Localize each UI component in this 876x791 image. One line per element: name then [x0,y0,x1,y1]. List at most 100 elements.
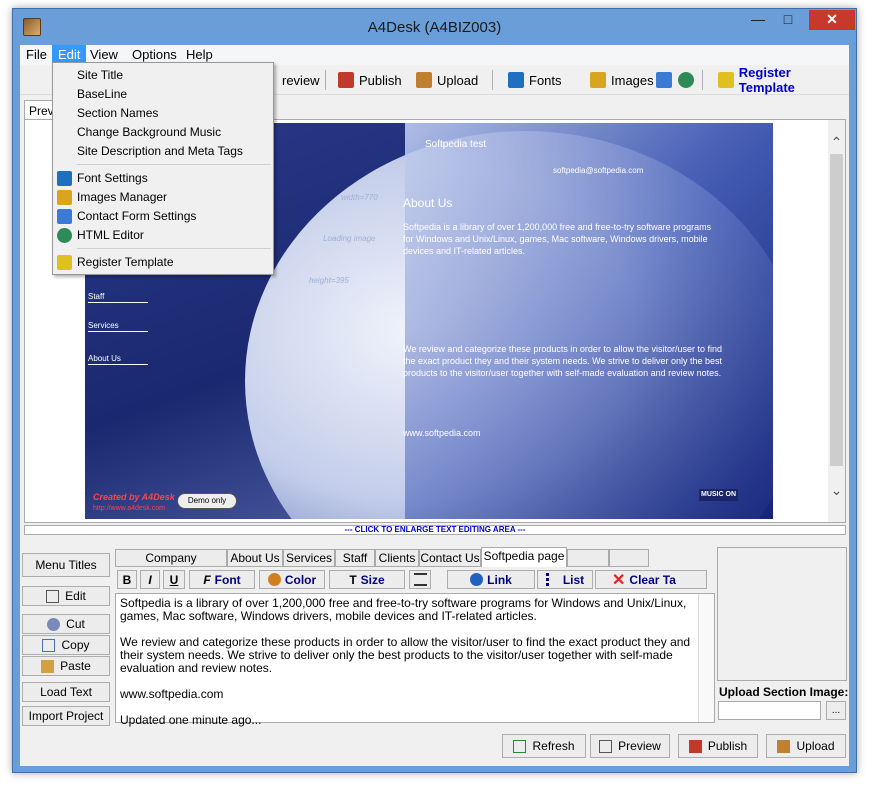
enlarge-editing-area-bar[interactable]: --- CLICK TO ENLARGE TEXT EDITING AREA -… [24,525,846,535]
upload-browse-button[interactable]: ... [826,701,846,720]
font-label: Font [214,572,241,587]
menu-item-images-manager[interactable]: Images Manager [53,188,273,207]
list-icon [545,573,559,586]
link-globe-icon [470,573,484,586]
preview-scrollbar[interactable]: ⌃ ⌄ [828,120,845,522]
refresh-icon [513,739,527,753]
tab-staff[interactable]: Staff [335,549,375,567]
toolbar-fonts-label: Fonts [529,72,562,88]
toolbar-preview-label: review [282,72,320,88]
site-created-url: http://www.a4desk.com [93,505,165,512]
paste-button[interactable]: Paste [22,656,110,676]
edit-button[interactable]: Edit [22,586,110,606]
link-button[interactable]: Link [447,570,535,589]
menu-item-font-settings[interactable]: Font Settings [53,169,273,188]
contact-form-menu-icon [57,209,72,224]
site-music-toggle[interactable]: MUSIC ON [699,489,738,501]
menu-item-section-names[interactable]: Section Names [53,104,273,123]
upload-icon-bottom [777,739,791,753]
preview-icon [599,739,613,753]
import-project-button[interactable]: Import Project [22,706,110,726]
site-url: www.softpedia.com [403,428,481,438]
color-button[interactable]: Color [259,570,325,589]
site-nav-staff[interactable]: Staff [88,292,148,303]
menu-separator [77,164,271,165]
upload-label: Upload [796,739,835,753]
menu-separator [77,248,271,249]
tab-empty-2[interactable] [609,549,649,567]
italic-button[interactable]: I [140,570,160,589]
contact-form-icon [656,72,672,88]
menu-item-site-description[interactable]: Site Description and Meta Tags [53,142,273,161]
copy-button[interactable]: Copy [22,635,110,655]
toolbar-contact-form-button[interactable] [656,69,672,91]
scroll-thumb[interactable] [830,154,843,466]
refresh-button[interactable]: Refresh [502,734,586,758]
menu-file[interactable]: File [20,45,53,65]
scroll-up-icon[interactable]: ⌃ [830,134,843,151]
toolbar-fonts-button[interactable]: Fonts [508,69,562,91]
tab-empty-1[interactable] [567,549,609,567]
cut-label: Cut [66,617,85,631]
font-button[interactable]: F Font [189,570,255,589]
toolbar-upload-button[interactable]: Upload [416,69,478,91]
site-created-by: Created by A4Desk [93,492,175,502]
menu-item-change-background-music[interactable]: Change Background Music [53,123,273,142]
tab-contact-us[interactable]: Contact Us [419,549,481,567]
tab-about-us[interactable]: About Us [227,549,283,567]
menu-item-site-title[interactable]: Site Title [53,66,273,85]
toolbar-images-button[interactable]: Images [590,69,654,91]
size-label: Size [360,572,385,587]
preview-button[interactable]: Preview [590,734,670,758]
menu-item-contact-form-label: Contact Form Settings [77,209,197,223]
title-bar: A4Desk (A4BIZ003) — □ ✕ [13,9,856,45]
toolbar-html-editor-button[interactable] [678,69,694,91]
load-text-label: Load Text [40,685,92,699]
bold-button[interactable]: B [117,570,137,589]
scroll-down-icon[interactable]: ⌄ [830,482,843,499]
editor-scrollbar[interactable] [698,594,714,722]
color-label: Color [284,572,317,587]
size-button[interactable]: T Size [329,570,405,589]
link-label: Link [487,572,512,587]
menu-item-contact-form-settings[interactable]: Contact Form Settings [53,207,273,226]
upload-button[interactable]: Upload [766,734,846,758]
paste-label: Paste [60,659,91,673]
images-menu-icon [57,190,72,205]
toolbar-publish-button[interactable]: Publish [338,69,402,91]
fonts-menu-icon [57,171,72,186]
site-right-panel [405,123,773,519]
upload-section-image-label: Upload Section Image: [719,685,849,699]
tab-services[interactable]: Services [283,549,335,567]
underline-button[interactable]: U [163,570,185,589]
maximize-button[interactable]: □ [775,10,801,30]
tab-company-information[interactable]: Company Information [115,549,227,581]
toolbar-separator [492,70,493,90]
clear-tags-button[interactable]: ✕ Clear Ta [595,570,707,589]
menu-titles-button[interactable]: Menu Titles [22,553,110,577]
load-text-button[interactable]: Load Text [22,682,110,702]
close-button[interactable]: ✕ [809,10,855,30]
upload-section-image-input[interactable] [718,701,821,720]
cut-button[interactable]: Cut [22,614,110,634]
scissors-icon [47,617,61,631]
toolbar-publish-label: Publish [359,72,402,88]
edit-icon [46,589,60,603]
menu-item-baseline[interactable]: BaseLine [53,85,273,104]
align-button[interactable] [409,570,431,589]
tab-clients[interactable]: Clients [375,549,419,567]
menu-item-register-template[interactable]: Register Template [53,253,273,272]
toolbar-preview-button[interactable]: review [282,69,320,91]
minimize-button[interactable]: — [745,10,771,30]
site-nav-services[interactable]: Services [88,321,148,332]
section-image-panel [717,547,847,681]
text-editor[interactable]: Softpedia is a library of over 1,200,000… [115,593,715,727]
list-button[interactable]: List [537,570,593,589]
publish-button[interactable]: Publish [678,734,758,758]
site-demo-badge: Demo only [177,493,237,509]
publish-icon [338,72,354,88]
tab-softpedia-page[interactable]: Softpedia page [481,547,567,567]
site-nav-about[interactable]: About Us [88,354,148,365]
toolbar-register-template-button[interactable]: Register Template [718,65,849,95]
menu-item-html-editor[interactable]: HTML Editor [53,226,273,245]
